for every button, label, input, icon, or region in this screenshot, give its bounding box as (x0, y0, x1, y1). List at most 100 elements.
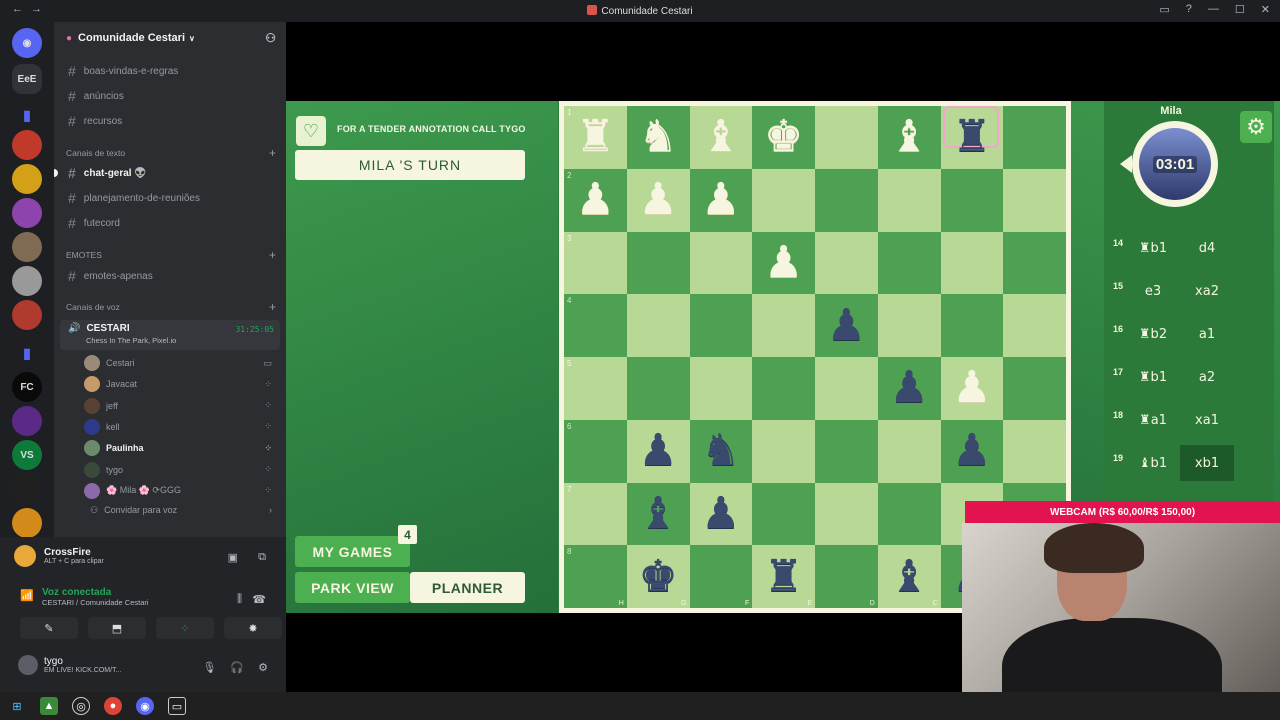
gear-icon[interactable]: ⚙ (1240, 111, 1272, 143)
board-square[interactable]: ♞ (689, 419, 753, 483)
board-square[interactable]: G ♚ (626, 545, 690, 608)
minimize-button[interactable]: — (1208, 3, 1219, 16)
board-square[interactable] (940, 231, 1004, 295)
server-icon-3[interactable] (12, 130, 42, 160)
board-square[interactable] (626, 231, 690, 295)
board-square[interactable] (1003, 419, 1066, 483)
window-icon[interactable]: ▭ (168, 697, 186, 715)
voice-user[interactable]: 🌸 Mila 🌸 ⟳GGG ⁘ (84, 481, 280, 501)
black-bishop-icon[interactable]: ♝ (627, 483, 690, 546)
server-icon-4[interactable] (12, 164, 42, 194)
invite-to-voice[interactable]: ⚇ Convidar para voz › (90, 505, 280, 516)
activities-button[interactable]: ⁘ (156, 617, 214, 639)
board-square[interactable] (940, 168, 1004, 232)
board-square[interactable] (752, 419, 815, 483)
board-square[interactable] (1003, 231, 1066, 295)
board-square[interactable] (877, 419, 941, 483)
voice-user[interactable]: Cestari ▭ (84, 353, 280, 373)
board-square[interactable] (815, 231, 878, 295)
black-king-icon[interactable]: ♚ (627, 545, 690, 608)
board-square[interactable]: ♟ (689, 168, 753, 232)
black-pawn-icon[interactable]: ♟ (941, 420, 1004, 483)
inbox-icon[interactable]: ▭ (1159, 3, 1169, 16)
black-pawn-icon[interactable]: ♟ (690, 483, 753, 546)
channel-0[interactable]: # boas-vindas-e-regras (60, 60, 280, 82)
white-pawn-icon[interactable]: ♟ (690, 169, 753, 232)
category-text[interactable]: Canais de texto + (66, 146, 276, 160)
server-icon-8[interactable] (12, 300, 42, 330)
board-square[interactable]: ♟ (940, 419, 1004, 483)
board-square[interactable]: 1 ♜ (564, 106, 627, 169)
black-pawn-icon[interactable]: ♟ (878, 357, 941, 420)
board-square[interactable] (1003, 294, 1066, 357)
white-bishop-icon[interactable]: ♝ (878, 106, 941, 169)
category-voice[interactable]: Canais de voz + (66, 300, 276, 314)
board-square[interactable]: ♟ (940, 357, 1004, 420)
microphone-icon[interactable]: 🎙 (202, 661, 216, 674)
channel-text-1[interactable]: # planejamento-de-reuniões (60, 187, 280, 209)
headphones-icon[interactable]: 🎧 (230, 661, 244, 674)
board-square[interactable]: ♟ (815, 294, 878, 357)
disconnect-icon[interactable]: ☎ (252, 593, 266, 606)
move-black[interactable]: xa2 (1180, 273, 1234, 309)
server-icon-11[interactable] (12, 406, 42, 436)
voice-user[interactable]: jeff ⁘ (84, 396, 280, 416)
plus-icon[interactable]: + (269, 248, 276, 262)
move-black[interactable]: d4 (1180, 230, 1234, 266)
board-square[interactable] (752, 357, 815, 420)
board-square[interactable] (689, 231, 753, 295)
move-white[interactable]: ♜b1 (1126, 230, 1180, 266)
board-square[interactable] (815, 357, 878, 420)
move-white[interactable]: ♜a1 (1126, 402, 1180, 438)
move-black[interactable]: a1 (1180, 316, 1234, 352)
board-square[interactable]: ♝ (877, 106, 941, 169)
close-button[interactable]: ✕ (1261, 3, 1270, 16)
board-square[interactable]: 6 (564, 419, 627, 483)
voice-status-title[interactable]: Voz conectada (42, 587, 149, 598)
white-bishop-icon[interactable]: ♝ (690, 106, 753, 169)
park-view-button[interactable]: PARK VIEW (295, 572, 410, 603)
move-black[interactable]: a2 (1180, 359, 1234, 395)
white-king-icon[interactable]: ♚ (752, 106, 815, 169)
add-member-icon[interactable]: ⚇ (265, 31, 276, 45)
guild-header[interactable]: ● Comunidade Cestari ∨ ⚇ (54, 22, 286, 54)
soundboard-button[interactable]: ✸ (224, 617, 282, 639)
server-icon-6[interactable] (12, 232, 42, 262)
move-white[interactable]: ♝b1 (1126, 445, 1180, 481)
server-icon-7[interactable] (12, 266, 42, 296)
server-icon-12[interactable]: VS (12, 440, 42, 470)
board-square[interactable] (877, 294, 941, 357)
heart-icon[interactable]: ♡ (296, 116, 326, 146)
voice-status-subtitle[interactable]: CESTARI / Comunidade Cestari (42, 598, 149, 607)
board-square[interactable]: F (689, 545, 753, 608)
board-square[interactable]: ♟ (752, 231, 815, 295)
folder-icon[interactable]: ▮ (12, 100, 42, 130)
board-square[interactable]: 8H (564, 545, 627, 608)
gear-icon[interactable]: ⚙ (258, 661, 268, 674)
server-icon-10[interactable]: FC (12, 372, 42, 402)
category-emotes[interactable]: EMOTES + (66, 248, 276, 262)
board-square[interactable]: 7 (564, 482, 627, 546)
board-square[interactable] (877, 231, 941, 295)
channel-1[interactable]: # anúncios (60, 85, 280, 107)
planner-button[interactable]: PLANNER (410, 572, 525, 603)
board-square[interactable]: E ♜ (752, 545, 815, 608)
black-rook-icon[interactable]: ♜ (752, 545, 815, 608)
board-square[interactable] (752, 168, 815, 232)
white-pawn-icon[interactable]: ♟ (564, 169, 627, 232)
board-square[interactable] (1003, 168, 1066, 232)
board-square[interactable]: ♚ (752, 106, 815, 169)
my-games-button[interactable]: MY GAMES (295, 536, 410, 567)
current-user[interactable]: tygo EM LIVE! KICK.COM/T... (18, 655, 121, 675)
board-square[interactable] (815, 106, 878, 169)
folder-icon[interactable]: ▮ (12, 338, 42, 368)
obs-icon[interactable]: ◎ (72, 697, 90, 715)
server-icon-1[interactable]: EeE (12, 64, 42, 94)
chrome-icon[interactable]: ● (104, 697, 122, 715)
board-square[interactable]: ♟ (626, 168, 690, 232)
board-square[interactable]: ♝ (626, 482, 690, 546)
black-knight-icon[interactable]: ♞ (690, 420, 753, 483)
board-square[interactable]: D (815, 545, 878, 608)
plus-icon[interactable]: + (269, 146, 276, 160)
voice-user[interactable]: Javacat ⁘ (84, 374, 280, 394)
